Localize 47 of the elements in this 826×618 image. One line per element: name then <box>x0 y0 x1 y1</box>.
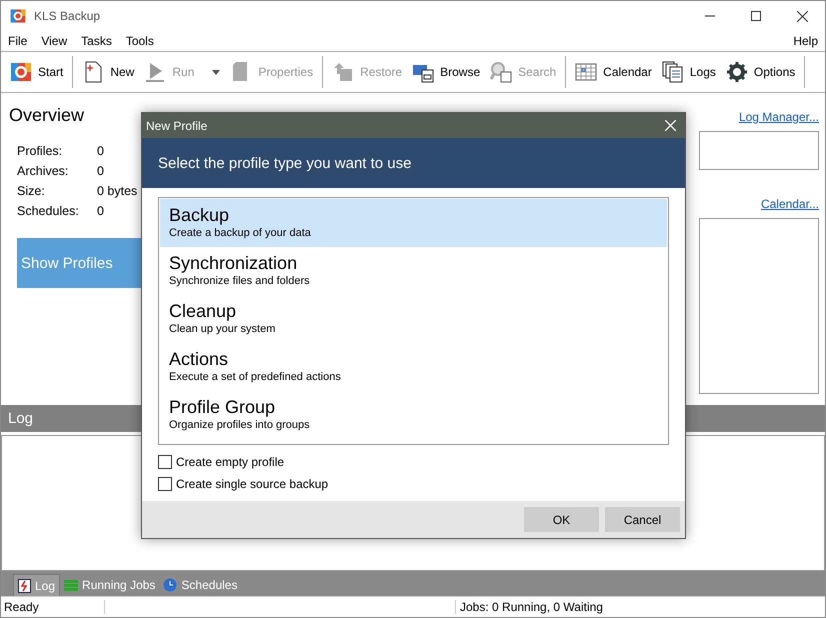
profile-type-item[interactable]: Cleanup Clean up your system <box>160 295 667 343</box>
restore-icon <box>332 61 354 83</box>
checkbox-label: Create single source backup <box>176 477 328 491</box>
stat-value: 0 <box>97 144 104 158</box>
menu-item[interactable]: Tasks <box>81 34 112 48</box>
log-icon <box>18 578 31 592</box>
dialog-title: New Profile <box>146 118 208 132</box>
toolbar-button[interactable]: Logs <box>656 56 721 88</box>
logo-icon <box>10 61 32 83</box>
menu-item[interactable]: Tools <box>126 34 154 48</box>
menu-item[interactable]: View <box>41 34 68 48</box>
toolbar-button[interactable]: Calendar <box>570 56 657 88</box>
stat-label: Archives: <box>17 164 68 178</box>
profile-type-item[interactable]: Backup Create a backup of your data <box>160 199 667 247</box>
status-text: Ready <box>1 600 105 614</box>
stat-value: 0 <box>97 204 104 218</box>
gear-icon <box>726 61 748 83</box>
menu-item[interactable]: File <box>8 34 28 48</box>
dialog-button[interactable]: Cancel <box>605 507 680 532</box>
documents-icon <box>662 61 684 83</box>
toolbar-button[interactable]: Start <box>5 56 68 88</box>
toolbar-button[interactable]: Browse <box>407 56 486 88</box>
app-logo-icon <box>10 8 26 24</box>
status-text: Jobs: 0 Running, 0 Waiting <box>455 600 603 614</box>
checkbox-label: Create empty profile <box>176 455 284 469</box>
calendar-link[interactable]: Calendar... <box>760 197 819 212</box>
magnifier-icon <box>490 61 512 83</box>
stat-value: 0 <box>97 164 104 178</box>
toolbar-button[interactable]: New <box>77 56 140 88</box>
toolbar-button[interactable]: Options <box>720 56 800 88</box>
checkbox[interactable] <box>158 455 172 469</box>
window-title: KLS Backup <box>34 9 100 23</box>
calendar-icon <box>575 61 598 83</box>
checkbox[interactable] <box>158 477 172 491</box>
stat-value: 0 bytes <box>97 184 138 198</box>
clock-icon <box>163 578 178 592</box>
stat-label: Profiles: <box>17 144 62 158</box>
profile-type-item[interactable]: Actions Execute a set of predefined actions <box>160 343 667 391</box>
overview-title: Overview <box>9 105 84 126</box>
log-manager-link[interactable]: Log Manager... <box>738 110 819 124</box>
stat-label: Schedules: <box>17 204 79 218</box>
jobs-icon <box>64 580 78 590</box>
stat-label: Size: <box>17 184 45 198</box>
play-icon <box>144 61 166 83</box>
dialog-button[interactable]: OK <box>524 507 599 532</box>
dialog-heading: Select the profile type you want to use <box>142 138 685 188</box>
menu-item[interactable]: Help <box>793 34 818 48</box>
